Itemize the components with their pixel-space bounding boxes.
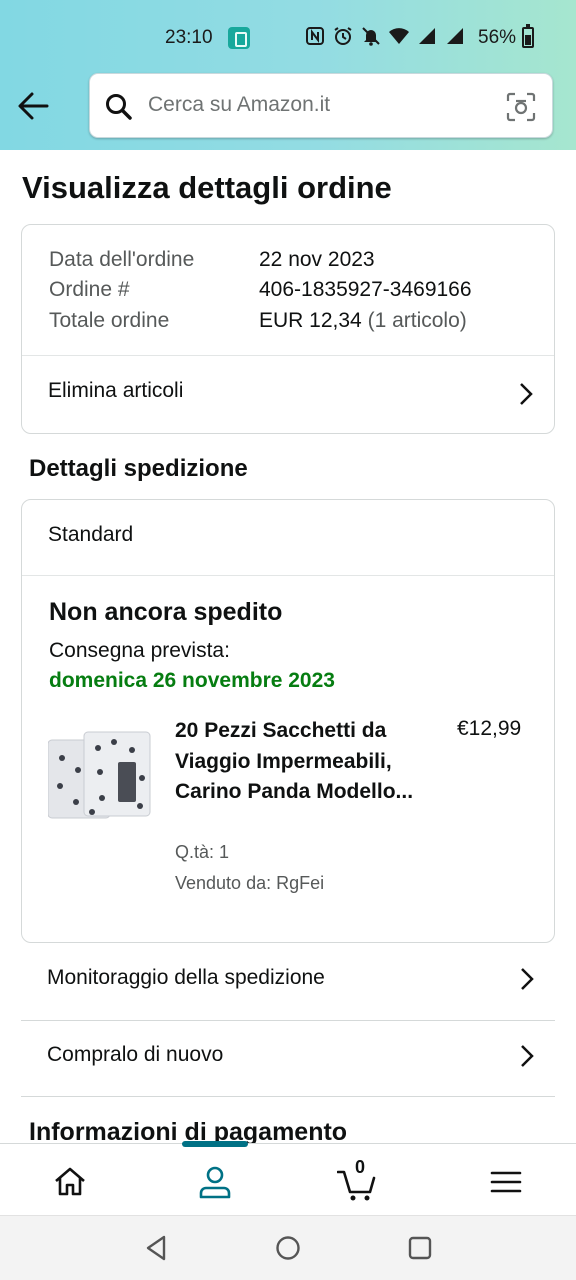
order-summary-card: Data dell'ordine 22 nov 2023 Ordine # 40… <box>21 224 555 434</box>
system-home-icon[interactable] <box>273 1233 303 1263</box>
nfc-icon <box>306 27 324 45</box>
search-bar[interactable]: Cerca su Amazon.it <box>89 73 553 138</box>
delete-items-row[interactable]: Elimina articoli <box>22 356 554 434</box>
delete-items-label: Elimina articoli <box>48 379 184 402</box>
product-price: €12,99 <box>457 717 522 740</box>
search-input[interactable]: Cerca su Amazon.it <box>148 93 330 117</box>
track-shipment-row[interactable]: Monitoraggio della spedizione <box>21 943 555 1019</box>
account-icon[interactable] <box>195 1162 235 1202</box>
status-icons <box>305 26 465 46</box>
system-recents-icon[interactable] <box>405 1233 435 1263</box>
delivery-date: domenica 26 novembre 2023 <box>49 669 335 692</box>
order-item-count: (1 articolo) <box>367 309 467 332</box>
menu-icon[interactable] <box>486 1162 526 1202</box>
battery-percent: 56% <box>478 27 517 48</box>
product-image[interactable] <box>48 728 152 820</box>
product-seller: Venduto da: RgFei <box>175 873 325 893</box>
back-button[interactable] <box>14 88 54 124</box>
status-bar: 23:10 56% <box>0 0 576 76</box>
order-total-label: Totale ordine <box>49 309 170 332</box>
mute-icon <box>362 27 380 46</box>
delivery-label: Consegna prevista: <box>49 639 230 662</box>
wifi-icon <box>389 28 409 44</box>
product-title[interactable]: 20 Pezzi Sacchetti da Viaggio Impermeabi… <box>175 716 425 808</box>
system-navigation-bar <box>0 1215 576 1280</box>
shipping-method: Standard <box>48 523 134 546</box>
order-total-value: EUR 12,34 (1 articolo) <box>259 309 467 333</box>
page-title: Visualizza dettagli ordine <box>22 170 392 205</box>
order-date-label: Data dell'ordine <box>49 248 195 271</box>
divider <box>21 1096 555 1097</box>
status-time: 23:10 <box>165 27 213 48</box>
order-date-value: 22 nov 2023 <box>259 248 375 271</box>
signal-icon <box>419 28 435 44</box>
order-total-amount: EUR 12,34 <box>259 309 362 332</box>
bottom-navigation: 0 <box>0 1141 576 1215</box>
system-back-icon[interactable] <box>142 1233 172 1263</box>
chevron-right-icon <box>521 968 534 990</box>
buy-again-label: Compralo di nuovo <box>47 1043 224 1066</box>
search-icon <box>106 94 132 120</box>
order-number-label: Ordine # <box>49 278 130 301</box>
track-shipment-label: Monitoraggio della spedizione <box>47 966 325 989</box>
cart-count: 0 <box>355 1157 366 1177</box>
product-quantity: Q.tà: 1 <box>175 842 230 862</box>
buy-again-row[interactable]: Compralo di nuovo <box>21 1020 555 1096</box>
order-number-value: 406-1835927-3469166 <box>259 278 472 301</box>
alarm-icon <box>334 27 352 45</box>
home-icon[interactable] <box>50 1162 90 1202</box>
camera-search-icon[interactable] <box>505 91 537 123</box>
app-notification-icon <box>228 27 250 49</box>
shipment-status: Non ancora spedito <box>49 598 283 626</box>
chevron-right-icon <box>520 383 533 405</box>
app-header: 23:10 56% Cerca su Amazon.it <box>0 0 576 150</box>
chevron-right-icon <box>521 1045 534 1067</box>
active-tab-indicator <box>182 1141 248 1147</box>
arrow-left-icon <box>18 92 49 120</box>
signal-icon <box>447 28 463 44</box>
divider <box>22 575 554 576</box>
battery-icon <box>522 24 534 48</box>
shipping-card: Standard Non ancora spedito Consegna pre… <box>21 499 555 943</box>
shipping-section-title: Dettagli spedizione <box>29 455 248 482</box>
